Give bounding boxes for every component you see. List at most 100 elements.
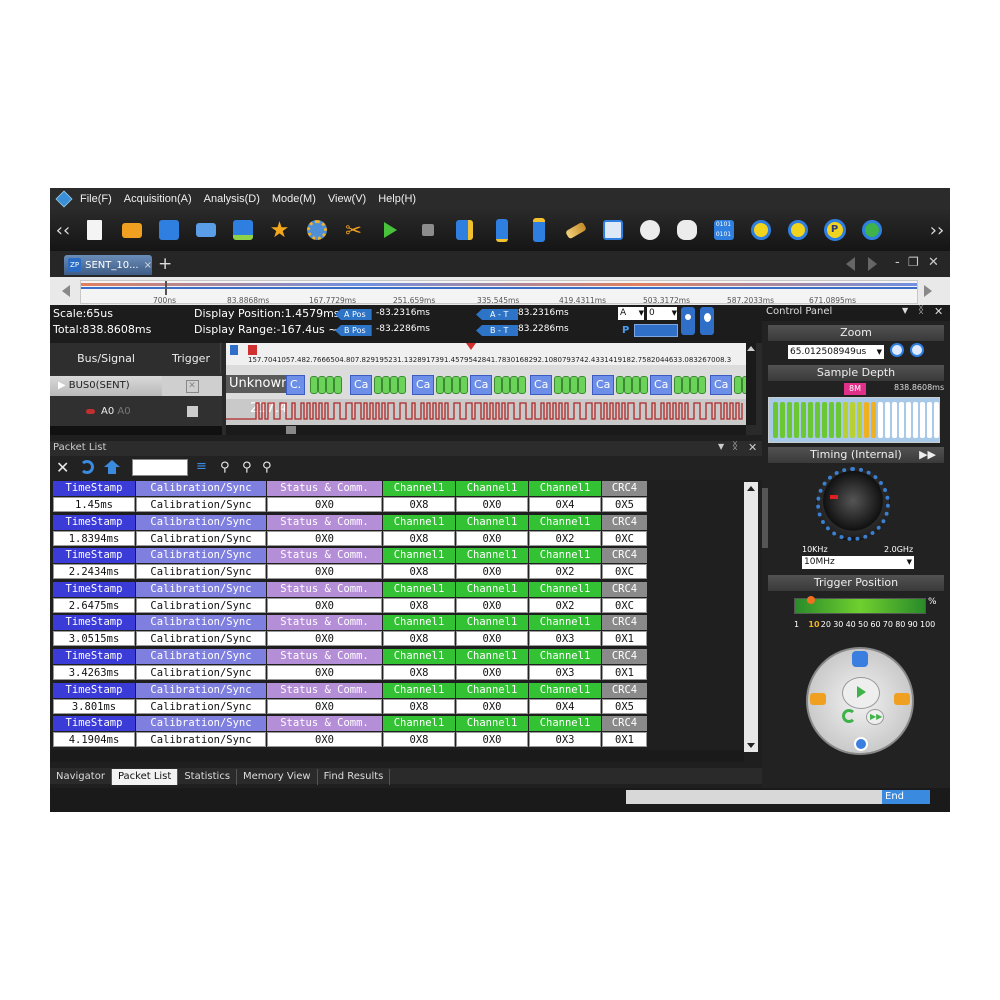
- b-pos-badge[interactable]: B Pos: [335, 325, 372, 336]
- tab-find-results[interactable]: Find Results: [318, 769, 391, 785]
- scroll-down-icon[interactable]: [747, 743, 755, 748]
- decode-button[interactable]: [631, 214, 668, 246]
- sample-depth-slider[interactable]: [768, 397, 940, 443]
- tab-sent-file[interactable]: ZP SENT_10... ×: [64, 255, 152, 275]
- document-search-button[interactable]: [594, 214, 631, 246]
- a0-row[interactable]: A0 A0: [50, 399, 162, 425]
- b-t-badge[interactable]: B - T: [476, 325, 519, 336]
- packet-vertical-scrollbar[interactable]: [744, 482, 758, 752]
- new-file-button[interactable]: [76, 214, 113, 246]
- cursor-t-marker[interactable]: [248, 345, 257, 355]
- timing-knob[interactable]: [816, 467, 890, 541]
- bus0-row[interactable]: ▶ BUS0(SENT): [50, 376, 162, 396]
- a-pos-badge[interactable]: A Pos: [335, 309, 372, 320]
- bus-frame-label[interactable]: Ca: [350, 375, 373, 395]
- packet-row[interactable]: TimeStamp 1.8394ms Calibration/Sync Calibra…: [53, 514, 656, 547]
- expand-arrow-icon[interactable]: ▶: [58, 380, 66, 391]
- packet-row[interactable]: TimeStamp 3.801ms Calibration/Sync Calibrat…: [53, 682, 656, 715]
- scroll-up-icon[interactable]: [747, 486, 755, 491]
- flag-navigate-button[interactable]: [520, 214, 557, 246]
- bus-frame-label[interactable]: Ca: [412, 375, 435, 395]
- cp-zoom-in-button[interactable]: [890, 343, 904, 357]
- timing-select[interactable]: 10MHz ▼: [802, 556, 914, 569]
- timeline-left-arrow-icon[interactable]: [62, 285, 70, 297]
- run-button[interactable]: [372, 214, 409, 246]
- packet-row[interactable]: TimeStamp 2.6475ms Calibration/Sync Calibra…: [53, 581, 656, 614]
- tab-scroll-left-icon[interactable]: [846, 257, 855, 271]
- decode-alt-button[interactable]: [668, 214, 705, 246]
- find-icon[interactable]: ⚲: [220, 460, 230, 475]
- fast-forward-button[interactable]: ▶▶: [866, 709, 884, 725]
- packet-row[interactable]: TimeStamp 4.1904ms Calibration/Sync Calibra…: [53, 716, 656, 748]
- export-icon[interactable]: [104, 460, 120, 474]
- open-folder-button[interactable]: [113, 214, 150, 246]
- timing-expand-icon[interactable]: ▶▶: [919, 447, 936, 463]
- packet-list-menu-icon[interactable]: ▼: [718, 442, 724, 451]
- signal-scrollbar[interactable]: [50, 426, 222, 435]
- panel-splitter[interactable]: [762, 488, 768, 548]
- menu-acquisition[interactable]: Acquisition(A): [124, 193, 192, 205]
- packet-row[interactable]: TimeStamp 3.0515ms Calibration/Sync Calibra…: [53, 615, 656, 647]
- refresh-button[interactable]: [842, 709, 856, 723]
- save-button[interactable]: [150, 214, 187, 246]
- trigger-header[interactable]: Trigger: [162, 343, 221, 373]
- timeline-scroll-track[interactable]: 700ns 83.8868ms 167.7729ms 251.659ms 335…: [80, 280, 918, 305]
- zoom-position-button[interactable]: P: [816, 214, 853, 246]
- waveform-vertical-scrollbar[interactable]: [746, 343, 756, 425]
- bus-frame-label[interactable]: Ca: [470, 375, 493, 395]
- zoom-in-button[interactable]: [742, 214, 779, 246]
- timeline-thumb[interactable]: [165, 281, 167, 295]
- tab-statistics[interactable]: Statistics: [178, 769, 238, 785]
- bus-frame-label[interactable]: Ca: [650, 375, 673, 395]
- panel-pin-icon[interactable]: ᛝ: [918, 305, 924, 316]
- add-flag-button[interactable]: [446, 214, 483, 246]
- sort-icon[interactable]: ≡: [196, 459, 207, 474]
- tools-button[interactable]: ✂: [335, 214, 372, 246]
- scroll-up-icon[interactable]: [747, 346, 755, 351]
- a-t-badge[interactable]: A - T: [476, 309, 519, 320]
- clear-icon[interactable]: ✕: [56, 458, 69, 477]
- find-next-icon[interactable]: ⚲: [262, 460, 272, 475]
- nav-right-button[interactable]: [894, 693, 910, 705]
- favorite-button[interactable]: ★: [261, 214, 298, 246]
- refresh-list-icon[interactable]: [80, 460, 94, 474]
- menu-mode[interactable]: Mode(M): [272, 193, 316, 205]
- menu-analysis[interactable]: Analysis(D): [204, 193, 260, 205]
- packet-row[interactable]: TimeStamp 3.4263ms Calibration/Sync Calibra…: [53, 649, 656, 681]
- bus-frame-label[interactable]: Ca: [530, 375, 553, 395]
- bus-frame-label[interactable]: Ca: [710, 375, 733, 395]
- packet-row[interactable]: TimeStamp 2.2434ms Calibration/Sync Calibra…: [53, 548, 656, 580]
- bus-signal-header[interactable]: Bus/Signal: [50, 343, 163, 373]
- toolbar-scroll-left-button[interactable]: ‹‹: [50, 220, 76, 241]
- scroll-thumb[interactable]: [286, 426, 296, 434]
- binary-button[interactable]: 0101 0101: [705, 214, 742, 246]
- zoom-out-button[interactable]: [779, 214, 816, 246]
- add-tab-button[interactable]: +: [158, 254, 172, 274]
- bus0-trigger-cell[interactable]: ✕: [162, 376, 222, 396]
- tab-packet-list[interactable]: Packet List: [111, 769, 179, 785]
- trigger-position-thumb[interactable]: [807, 596, 816, 604]
- zoom-select[interactable]: 65.012508949us ▼: [788, 345, 884, 359]
- save-settings-button[interactable]: [224, 214, 261, 246]
- panel-close-icon[interactable]: ✕: [934, 305, 943, 318]
- cursor-pin-button[interactable]: [700, 307, 714, 335]
- cp-zoom-out-button[interactable]: [910, 343, 924, 357]
- tab-navigator[interactable]: Navigator: [50, 769, 112, 785]
- panel-menu-icon[interactable]: ▼: [902, 306, 908, 315]
- timeline-right-arrow-icon[interactable]: [924, 285, 932, 297]
- nav-left-button[interactable]: [810, 693, 826, 705]
- timeline-overview[interactable]: 700ns 83.8868ms 167.7729ms 251.659ms 335…: [50, 277, 950, 305]
- cursor-marker-button[interactable]: [681, 307, 695, 335]
- bus-frame-label[interactable]: Ca: [592, 375, 615, 395]
- menu-view[interactable]: View(V): [328, 193, 366, 205]
- tab-close-button[interactable]: ×: [144, 260, 152, 271]
- print-button[interactable]: [187, 214, 224, 246]
- packet-row[interactable]: TimeStamp 1.45ms Calibration/Sync Calibrati…: [53, 481, 656, 513]
- bus-frame-label[interactable]: C.: [286, 375, 306, 395]
- flashlight-button[interactable]: [557, 214, 594, 246]
- cursor-select-a[interactable]: A ▼: [618, 307, 644, 320]
- menu-file[interactable]: File(F): [80, 193, 112, 205]
- toolbar-scroll-right-button[interactable]: ››: [924, 220, 950, 241]
- zoom-reset-button[interactable]: [853, 214, 890, 246]
- minimize-button[interactable]: -: [895, 255, 900, 270]
